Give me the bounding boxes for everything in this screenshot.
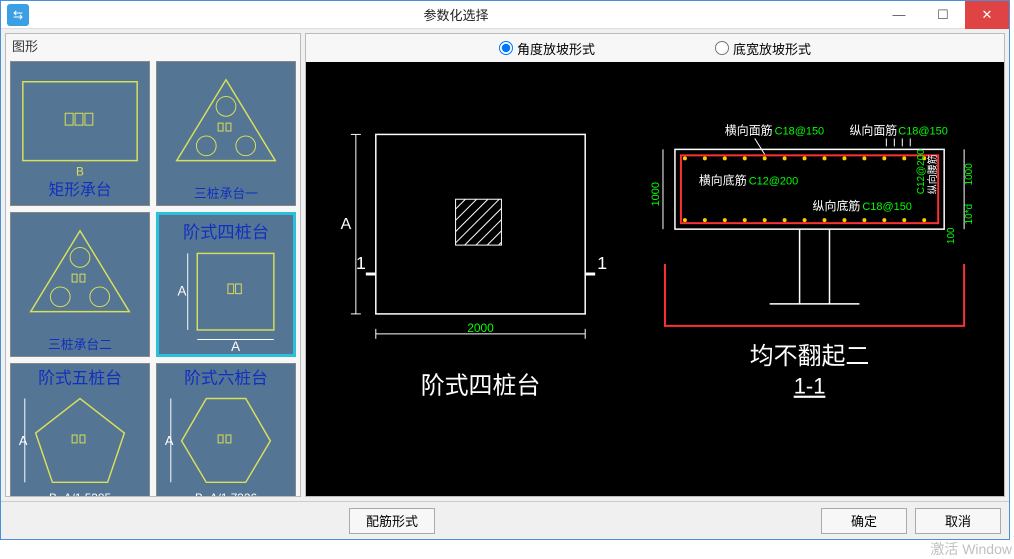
svg-text:横向底筋: 横向底筋 xyxy=(699,172,747,187)
svg-text:阶式四桩台: 阶式四桩台 xyxy=(421,373,541,400)
thumb-step-6pile[interactable]: 阶式六桩台 A B=A/1.7326 xyxy=(156,363,296,496)
window-controls: — ☐ ✕ xyxy=(877,1,1009,29)
svg-text:B=A/1.7326: B=A/1.7326 xyxy=(195,491,257,496)
radio-width-label: 底宽放坡形式 xyxy=(733,39,811,58)
svg-text:1-1: 1-1 xyxy=(794,374,826,399)
svg-text:阶式四桩台: 阶式四桩台 xyxy=(183,222,269,242)
svg-text:三桩承台一: 三桩承台一 xyxy=(194,186,258,201)
svg-text:1: 1 xyxy=(356,253,366,273)
radio-width-input[interactable] xyxy=(715,41,729,55)
radio-angle-label: 角度放坡形式 xyxy=(517,39,595,58)
window-title: 参数化选择 xyxy=(35,5,877,24)
svg-text:1: 1 xyxy=(597,253,607,273)
radio-width-slope[interactable]: 底宽放坡形式 xyxy=(715,39,811,58)
content-area: 图形 B 矩形承台 xyxy=(1,29,1009,539)
radio-angle-input[interactable] xyxy=(499,41,513,55)
shape-gallery-panel: 图形 B 矩形承台 xyxy=(5,33,301,497)
svg-text:横向面筋: 横向面筋 xyxy=(725,122,773,137)
ok-button[interactable]: 确定 xyxy=(821,508,907,534)
titlebar: ⇆ 参数化选择 — ☐ ✕ xyxy=(1,1,1009,29)
svg-text:C12@200: C12@200 xyxy=(749,175,799,187)
cancel-button[interactable]: 取消 xyxy=(915,508,1001,534)
thumb-rect-cap[interactable]: B 矩形承台 xyxy=(10,61,150,206)
svg-text:阶式六桩台: 阶式六桩台 xyxy=(184,369,268,388)
svg-text:C18@150: C18@150 xyxy=(775,125,825,137)
svg-text:三桩承台二: 三桩承台二 xyxy=(48,337,112,352)
svg-text:A: A xyxy=(165,433,174,448)
rebar-style-button[interactable]: 配筋形式 xyxy=(349,508,435,534)
svg-text:100: 100 xyxy=(946,227,957,244)
dialog-window: ⇆ 参数化选择 — ☐ ✕ 图形 B 矩形承台 xyxy=(0,0,1010,540)
svg-text:均不翻起二: 均不翻起二 xyxy=(750,343,870,370)
watermark-text: 激活 Window xyxy=(930,539,1012,559)
svg-text:1000: 1000 xyxy=(964,163,975,186)
svg-text:1000: 1000 xyxy=(650,182,662,206)
svg-text:C12@200: C12@200 xyxy=(916,149,927,194)
svg-text:矩形承台: 矩形承台 xyxy=(48,181,111,199)
svg-text:B: B xyxy=(76,164,84,178)
thumbnail-grid: B 矩形承台 三桩承台一 xyxy=(6,57,300,496)
button-row: 配筋形式 确定 取消 xyxy=(1,501,1009,539)
minimize-button[interactable]: — xyxy=(877,1,921,29)
svg-text:A: A xyxy=(19,433,28,448)
svg-text:纵向面筋: 纵向面筋 xyxy=(849,122,897,137)
thumb-step-4pile[interactable]: 阶式四桩台 A A xyxy=(156,212,296,357)
svg-text:B=A/1.5385: B=A/1.5385 xyxy=(49,491,111,496)
svg-text:C18@150: C18@150 xyxy=(898,125,948,137)
radio-angle-slope[interactable]: 角度放坡形式 xyxy=(499,39,595,58)
slope-mode-row: 角度放坡形式 底宽放坡形式 xyxy=(306,34,1004,62)
main-row: 图形 B 矩形承台 xyxy=(1,29,1009,501)
thumb-tri-cap-2[interactable]: 三桩承台二 xyxy=(10,212,150,357)
svg-text:纵向底筋: 纵向底筋 xyxy=(813,198,861,213)
drawing-canvas: A 2000 1 1 阶式四桩台 xyxy=(306,62,1004,496)
maximize-button[interactable]: ☐ xyxy=(921,1,965,29)
svg-text:阶式五桩台: 阶式五桩台 xyxy=(38,369,122,388)
gallery-header: 图形 xyxy=(6,34,300,57)
thumb-step-5pile[interactable]: 阶式五桩台 A B=A/1.5385 xyxy=(10,363,150,496)
svg-text:C18@150: C18@150 xyxy=(862,201,912,213)
svg-text:10*d: 10*d xyxy=(964,204,975,225)
svg-text:A: A xyxy=(231,339,240,354)
svg-text:A: A xyxy=(178,284,187,299)
svg-text:纵向腰筋: 纵向腰筋 xyxy=(926,154,939,194)
svg-text:2000: 2000 xyxy=(467,321,494,335)
app-icon: ⇆ xyxy=(7,4,29,26)
svg-text:A: A xyxy=(341,216,352,233)
close-button[interactable]: ✕ xyxy=(965,1,1009,29)
preview-panel: 角度放坡形式 底宽放坡形式 xyxy=(305,33,1005,497)
thumb-tri-cap-1[interactable]: 三桩承台一 xyxy=(156,61,296,206)
